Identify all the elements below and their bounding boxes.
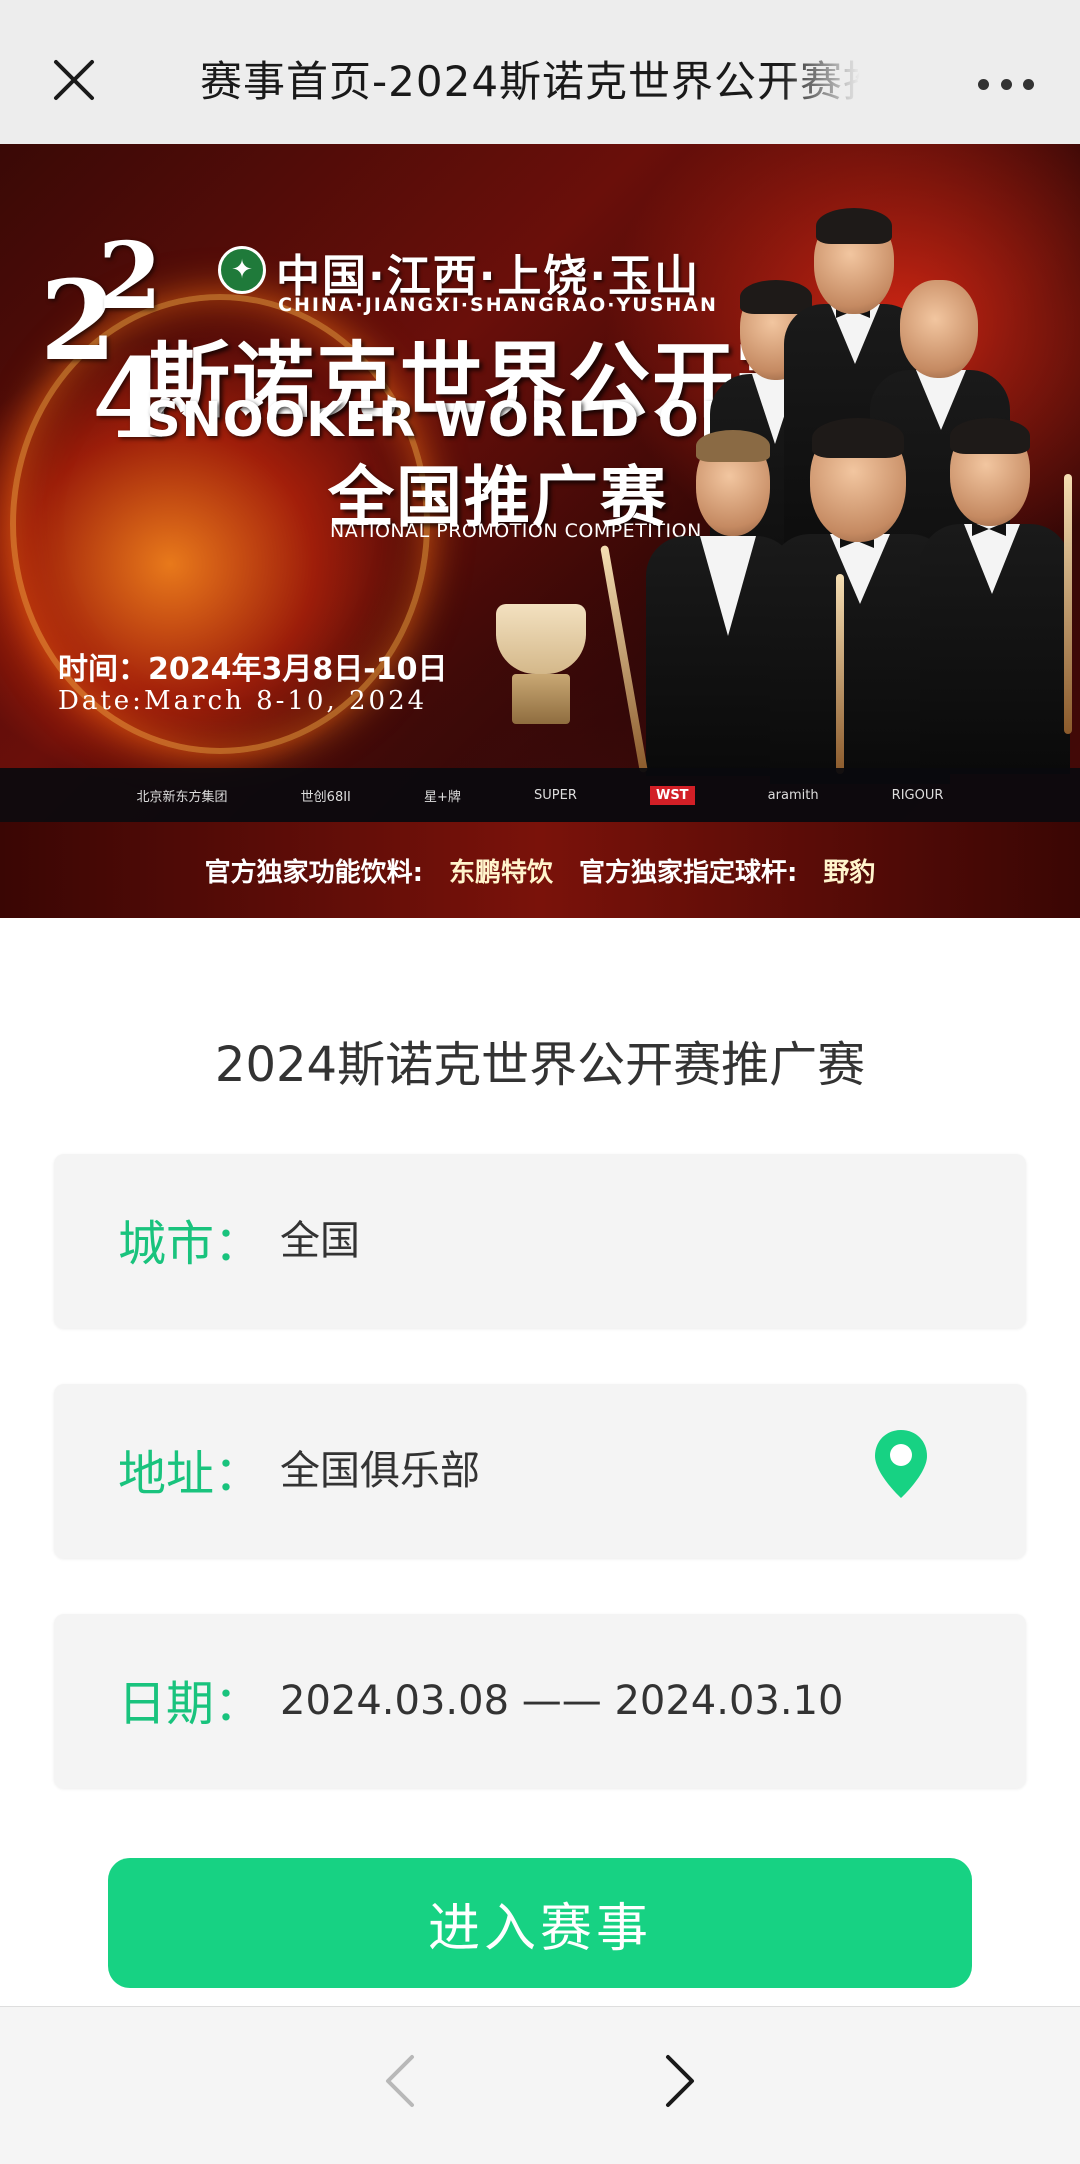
cue-brand: 野豹 [823, 857, 876, 888]
cue-label: 官方独家指定球杆: [579, 857, 798, 888]
yushan-emblem-icon: ✦ [218, 246, 266, 294]
browser-bottom-bar [0, 2006, 1080, 2164]
page-title: 赛事首页-2024斯诺克世界公开赛推广赛 [200, 57, 860, 106]
cue-stick-illustration-3 [1064, 474, 1072, 734]
drink-brand: 东鹏特饮 [448, 857, 553, 888]
location-pin-icon[interactable] [872, 1428, 930, 1500]
drink-label: 官方独家功能饮料: [204, 857, 423, 888]
city-label: 城市： [118, 1216, 263, 1272]
sponsor-logo: 星+牌 [424, 789, 461, 805]
city-card: 城市： 全国 [54, 1154, 1026, 1328]
sponsor-logo: RIGOUR [891, 787, 944, 803]
event-title: 2024斯诺克世界公开赛推广赛 [214, 1037, 866, 1093]
event-banner: 2 2 4 ✦ 中国·江西·上饶·玉山 CHINA·JIANGXI·SHANGR… [0, 144, 1080, 918]
address-card[interactable]: 地址： 全国俱乐部 [54, 1384, 1026, 1558]
address-value: 全国俱乐部 [280, 1448, 480, 1494]
enter-event-button[interactable]: 进入赛事 [108, 1858, 972, 1988]
cue-stick-illustration-2 [836, 574, 844, 774]
top-navigation-bar: 赛事首页-2024斯诺克世界公开赛推广赛 [0, 0, 1080, 144]
more-icon[interactable] [978, 70, 1034, 98]
date-card: 日期： 2024.03.08 —— 2024.03.10 [54, 1614, 1026, 1788]
address-label: 地址： [118, 1446, 263, 1502]
banner-date-en: Date:March 8-10, 2024 [58, 686, 428, 716]
official-partners-line: 官方独家功能饮料: 东鹏特饮 官方独家指定球杆: 野豹 [0, 822, 1080, 918]
trophy-illustration [496, 604, 586, 724]
city-value: 全国 [280, 1218, 360, 1264]
sponsor-logo: 北京新东方集团 [136, 789, 228, 805]
sponsor-logos-strip: 北京新东方集团 世创68II 星+牌 SUPER WST aramith RIG… [0, 768, 1080, 822]
banner-date-cn: 时间：2024年3月8日-10日 [58, 652, 448, 687]
sponsor-logo: SUPER [534, 787, 577, 803]
close-icon[interactable] [50, 56, 98, 104]
sponsor-logo: 世创68II [300, 789, 351, 805]
sponsor-logo: WST [649, 785, 695, 805]
sponsor-logo: aramith [767, 787, 819, 803]
players-illustration [590, 204, 1080, 784]
chevron-left-icon[interactable] [376, 2051, 424, 2111]
date-value: 2024.03.08 —— 2024.03.10 [280, 1678, 844, 1724]
chevron-right-icon[interactable] [656, 2051, 704, 2111]
date-label: 日期： [118, 1676, 263, 1732]
